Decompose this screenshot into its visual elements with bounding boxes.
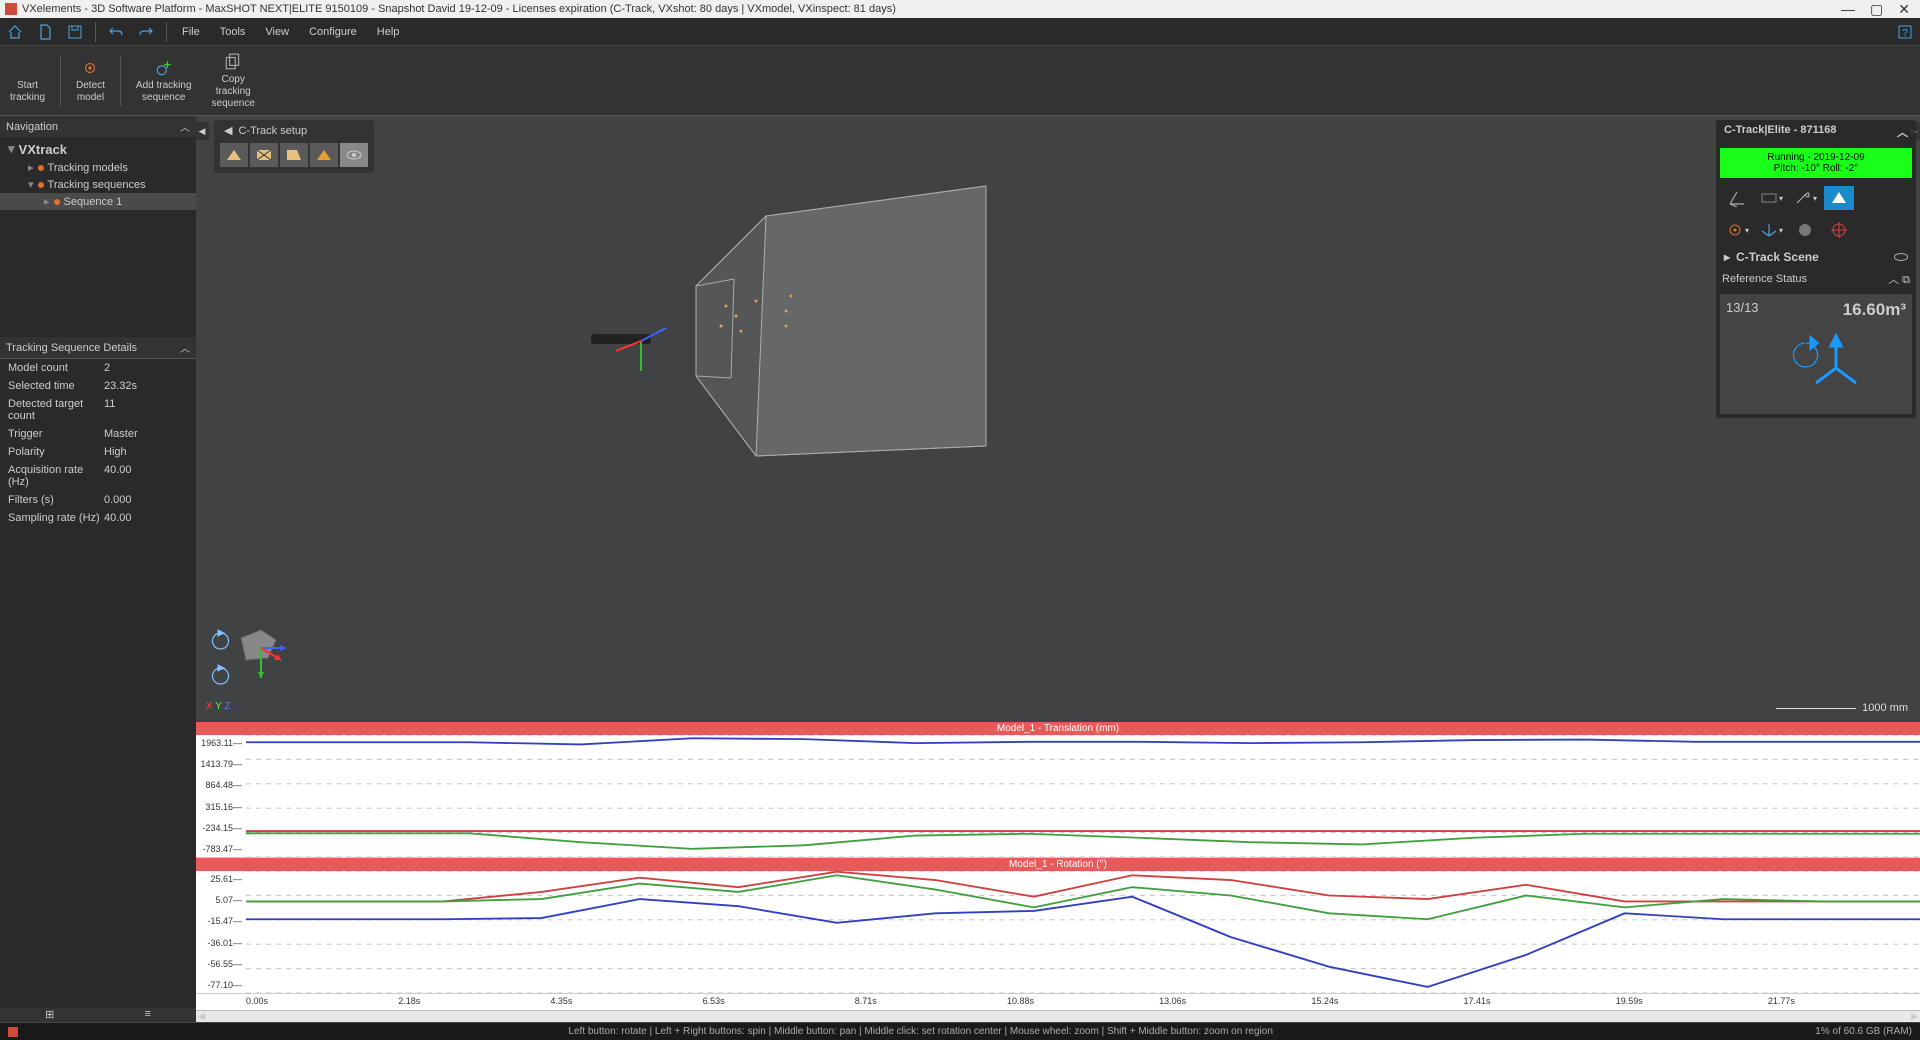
ctrack-status: Running - 2019-12-09 Pitch: -10° Roll: -… xyxy=(1720,148,1912,178)
statusbar: Left button: rotate | Left + Right butto… xyxy=(0,1022,1920,1040)
app-icon xyxy=(5,3,17,15)
label-polarity: Polarity xyxy=(8,446,104,458)
titlebar: VXelements - 3D Software Platform - MaxS… xyxy=(0,0,1920,18)
statusbar-ram: 1% of 60.6 GB (RAM) xyxy=(1815,1026,1912,1037)
chevron-up-icon[interactable]: ︿ xyxy=(1888,274,1899,286)
tool-icon-device[interactable]: ▾ xyxy=(1756,186,1786,210)
value-model-count: 2 xyxy=(104,362,188,374)
close-button[interactable]: ✕ xyxy=(1898,1,1910,18)
label-sampling-rate: Sampling rate (Hz) xyxy=(8,512,104,524)
save-icon[interactable] xyxy=(60,20,90,44)
tool-icon-coordsys[interactable] xyxy=(1722,186,1752,210)
label-model-count: Model count xyxy=(8,362,104,374)
titlebar-text: VXelements - 3D Software Platform - MaxS… xyxy=(22,3,896,15)
viewport-3d[interactable]: ◀ ▶ ◀ C-Track setup xyxy=(196,116,1920,722)
ctrack-scene-header[interactable]: ▸C-Track Scene xyxy=(1716,246,1916,268)
charts-area: Model_1 - Translation (mm) 1963.11—1413.… xyxy=(196,722,1920,1022)
label-filters: Filters (s) xyxy=(8,494,104,506)
maximize-button[interactable]: ▢ xyxy=(1870,1,1883,18)
left-panel: Navigation ︿ ▾ VXtrack ▸ Tracking models… xyxy=(0,116,196,1022)
navigation-tree: ▾ VXtrack ▸ Tracking models ▾ Tracking s… xyxy=(0,137,196,337)
label-acq-rate: Acquisition rate (Hz) xyxy=(8,464,104,488)
label-detected-target: Detected target count xyxy=(8,398,104,422)
eye-icon[interactable] xyxy=(1894,250,1908,264)
tool-icon-crosshair[interactable] xyxy=(1824,218,1854,242)
tree-root-vxtrack[interactable]: ▾ VXtrack xyxy=(0,139,196,159)
status-icon xyxy=(8,1027,18,1037)
label-selected-time: Selected time xyxy=(8,380,104,392)
value-trigger: Master xyxy=(104,428,188,440)
menu-view[interactable]: View xyxy=(255,26,299,38)
tree-item-tracking-models[interactable]: ▸ Tracking models xyxy=(0,159,196,176)
chart-scrollbar[interactable]: ◀ ▶ xyxy=(196,1010,1920,1022)
menu-tools[interactable]: Tools xyxy=(210,26,256,38)
popout-icon[interactable]: ⧉ xyxy=(1902,274,1910,286)
ribbon: Start tracking Detect model Add tracking… xyxy=(0,46,1920,116)
value-selected-time: 23.32s xyxy=(104,380,188,392)
svg-text:?: ? xyxy=(1902,28,1908,39)
tool-icon-volume[interactable] xyxy=(1824,186,1854,210)
footer-icon-grid[interactable]: ⊞ xyxy=(45,1008,54,1022)
menu-configure[interactable]: Configure xyxy=(299,26,367,38)
minimize-button[interactable]: — xyxy=(1841,1,1855,18)
chevron-up-icon[interactable]: ︿ xyxy=(1897,127,1908,139)
ref-volume: 16.60m³ xyxy=(1843,300,1906,320)
ref-status-header: Reference Status xyxy=(1722,273,1807,285)
tool-icon-axes[interactable]: ▾ xyxy=(1756,218,1786,242)
tree-item-tracking-sequences[interactable]: ▾ Tracking sequences xyxy=(0,176,196,193)
home-icon[interactable] xyxy=(0,20,30,44)
statusbar-hints: Left button: rotate | Left + Right butto… xyxy=(568,1026,1273,1037)
chart-xaxis: 0.00s2.18s4.35s6.53s8.71s10.88s13.06s15.… xyxy=(196,994,1920,1010)
frustum-wireframe xyxy=(196,116,1920,722)
undo-icon[interactable] xyxy=(101,20,131,44)
tool-icon-wrench[interactable]: ▾ xyxy=(1790,186,1820,210)
value-polarity: High xyxy=(104,446,188,458)
ref-status-panel: 13/13 16.60m³ xyxy=(1720,294,1912,414)
rotation-chart[interactable]: Model_1 - Rotation (°) 25.61—5.07—-15.47… xyxy=(196,858,1920,994)
axis-widget[interactable]: X Y Z xyxy=(206,618,296,712)
new-file-icon[interactable] xyxy=(30,20,60,44)
copy-tracking-sequence-button[interactable]: Copy tracking sequence xyxy=(202,46,265,115)
redo-icon[interactable] xyxy=(131,20,161,44)
details-panel: Model count2 Selected time23.32s Detecte… xyxy=(0,358,196,527)
center-area: ◀ ▶ ◀ C-Track setup xyxy=(196,116,1920,1022)
translation-chart-title: Model_1 - Translation (mm) xyxy=(196,722,1920,735)
details-header[interactable]: Tracking Sequence Details ︿ xyxy=(0,337,196,358)
main-toolbar: File Tools View Configure Help ? xyxy=(0,18,1920,46)
rotation-chart-title: Model_1 - Rotation (°) xyxy=(196,858,1920,871)
ref-count: 13/13 xyxy=(1726,300,1759,320)
chevron-up-icon[interactable]: ︿ xyxy=(180,340,190,355)
tool-icon-sphere[interactable] xyxy=(1790,218,1820,242)
value-sampling-rate: 40.00 xyxy=(104,512,188,524)
label-trigger: Trigger xyxy=(8,428,104,440)
menu-file[interactable]: File xyxy=(172,26,210,38)
translation-chart[interactable]: Model_1 - Translation (mm) 1963.11—1413.… xyxy=(196,722,1920,858)
ctrack-panel-title: C-Track|Elite - 871168 xyxy=(1724,124,1837,140)
start-tracking-button[interactable]: Start tracking xyxy=(0,46,55,115)
xyz-label: X Y Z xyxy=(206,701,296,712)
value-detected-target: 11 xyxy=(104,398,188,422)
menu-help[interactable]: Help xyxy=(367,26,410,38)
help-icon[interactable]: ? xyxy=(1890,20,1920,44)
navigation-header[interactable]: Navigation ︿ xyxy=(0,116,196,137)
left-panel-footer: ⊞ ≡ xyxy=(0,1008,196,1022)
chevron-up-icon[interactable]: ︿ xyxy=(180,119,190,134)
ctrack-panel: C-Track|Elite - 871168 ︿ Running - 2019-… xyxy=(1716,120,1916,418)
value-acq-rate: 40.00 xyxy=(104,464,188,488)
value-filters: 0.000 xyxy=(104,494,188,506)
tool-icon-target[interactable]: ▾ xyxy=(1722,218,1752,242)
scale-bar: 1000 mm xyxy=(1776,702,1908,714)
footer-icon-list[interactable]: ≡ xyxy=(144,1008,150,1022)
tree-item-sequence1[interactable]: ▸ Sequence 1 xyxy=(0,193,196,210)
add-tracking-sequence-button[interactable]: Add tracking sequence xyxy=(126,46,202,115)
detect-model-button[interactable]: Detect model xyxy=(66,46,115,115)
